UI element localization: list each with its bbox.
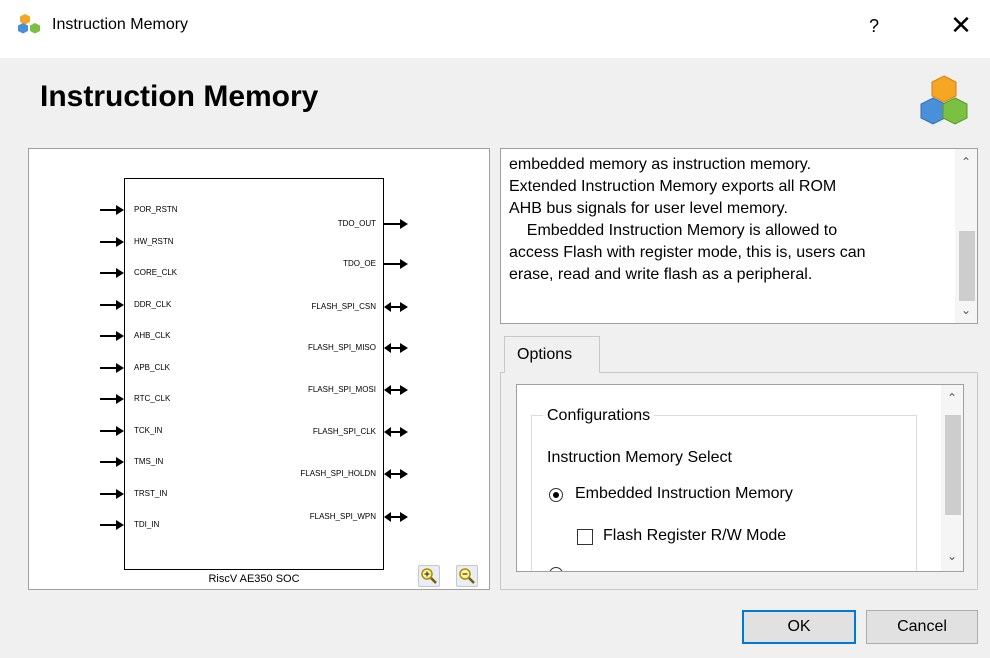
output-pin: FLASH_SPI_CLK: [280, 426, 410, 438]
pin-label: TDO_OUT: [337, 219, 376, 228]
page-title: Instruction Memory: [40, 80, 319, 113]
bidirectional-arrow-icon: [384, 385, 408, 395]
bidirectional-arrow-icon: [384, 512, 408, 522]
scroll-thumb[interactable]: [959, 231, 975, 301]
radio-dot: [553, 492, 559, 498]
radio-embedded-label[interactable]: Embedded Instruction Memory: [575, 485, 793, 503]
description-line: AHB bus signals for user level memory.: [509, 200, 788, 217]
group-title: Configurations: [543, 407, 655, 425]
pin-label: DDR_CLK: [134, 300, 172, 309]
input-arrow-icon: [100, 457, 124, 467]
radio-embedded[interactable]: [549, 488, 563, 502]
input-arrow-icon: [100, 237, 124, 247]
input-arrow-icon: [100, 426, 124, 436]
pin-label: AHB_CLK: [134, 331, 171, 340]
input-arrow-icon: [100, 300, 124, 310]
description-line: erase, read and write flash as a periphe…: [509, 266, 813, 283]
scroll-up-icon[interactable]: ⌃: [941, 391, 963, 405]
pin-label: CORE_CLK: [134, 268, 178, 277]
output-pin: FLASH_SPI_WPN: [280, 511, 410, 523]
input-arrow-icon: [100, 394, 124, 404]
bidirectional-arrow-icon: [384, 343, 408, 353]
bidirectional-arrow-icon: [384, 302, 408, 312]
zoom-in-icon: [421, 568, 437, 584]
output-pin: FLASH_SPI_CSN: [280, 301, 410, 313]
pin-label: FLASH_SPI_CSN: [311, 302, 376, 311]
pin-label: HW_RSTN: [134, 237, 174, 246]
pin-label: APB_CLK: [134, 363, 171, 372]
pin-label: RTC_CLK: [134, 394, 171, 403]
cubes-icon: [18, 12, 42, 36]
output-pin: TDO_OE: [280, 258, 410, 270]
bidirectional-arrow-icon: [384, 427, 408, 437]
description-line: Embedded Instruction Memory is allowed t…: [509, 222, 838, 239]
pin-label: TMS_IN: [134, 457, 164, 466]
pin-label: FLASH_SPI_CLK: [312, 427, 376, 436]
pin-label: FLASH_SPI_HOLDN: [300, 469, 376, 478]
ok-button[interactable]: OK: [742, 610, 856, 644]
input-arrow-icon: [100, 331, 124, 341]
pin-label: TDI_IN: [134, 520, 160, 529]
help-button[interactable]: ?: [862, 12, 886, 40]
checkbox-flash-register[interactable]: [577, 529, 593, 545]
options-scrollbar[interactable]: ⌃ ⌄: [941, 385, 963, 571]
checkbox-flash-label[interactable]: Flash Register R/W Mode: [603, 527, 786, 545]
pin-label: TCK_IN: [134, 426, 163, 435]
scroll-up-icon[interactable]: ⌃: [955, 155, 977, 169]
select-label: Instruction Memory Select: [547, 449, 732, 466]
output-pin: FLASH_SPI_MISO: [280, 342, 410, 354]
pin-label: FLASH_SPI_MISO: [307, 343, 376, 352]
output-pin: FLASH_SPI_MOSI: [280, 384, 410, 396]
chip-name: RiscV AE350 SOC: [208, 573, 300, 585]
cubes-icon: [918, 74, 970, 128]
pin-label: POR_RSTN: [134, 205, 178, 214]
window-title: Instruction Memory: [52, 16, 189, 33]
output-pin: TDO_OUT: [280, 218, 410, 230]
description-text: embedded memory as instruction memory. E…: [509, 154, 949, 286]
pin-label: FLASH_SPI_WPN: [309, 512, 376, 521]
output-arrow-icon: [384, 259, 408, 269]
scroll-down-icon[interactable]: ⌄: [955, 303, 977, 317]
zoom-in-button[interactable]: [418, 565, 440, 587]
description-line: embedded memory as instruction memory.: [509, 156, 812, 173]
input-arrow-icon: [100, 520, 124, 530]
input-arrow-icon: [100, 205, 124, 215]
input-arrow-icon: [100, 268, 124, 278]
input-arrow-icon: [100, 489, 124, 499]
pin-label: TDO_OE: [343, 259, 376, 268]
description-line: Extended Instruction Memory exports all …: [509, 178, 837, 195]
description-line: access Flash with register mode, this is…: [509, 244, 866, 261]
bidirectional-arrow-icon: [384, 469, 408, 479]
pin-label: TRST_IN: [134, 489, 168, 498]
scroll-down-icon[interactable]: ⌄: [941, 549, 963, 563]
close-button[interactable]: ✕: [946, 10, 976, 40]
tab-options[interactable]: Options: [504, 336, 600, 373]
options-scroll-area: Configurations Instruction Memory Select…: [516, 384, 964, 572]
zoom-out-icon: [459, 568, 475, 584]
output-pin: FLASH_SPI_HOLDN: [280, 468, 410, 480]
cancel-button[interactable]: Cancel: [866, 610, 978, 644]
output-arrow-icon: [384, 219, 408, 229]
input-arrow-icon: [100, 363, 124, 373]
scroll-thumb[interactable]: [945, 415, 961, 515]
description-box[interactable]: embedded memory as instruction memory. E…: [500, 148, 978, 324]
pin-label: FLASH_SPI_MOSI: [307, 385, 376, 394]
zoom-out-button[interactable]: [456, 565, 478, 587]
description-scrollbar[interactable]: ⌃ ⌄: [955, 149, 977, 323]
